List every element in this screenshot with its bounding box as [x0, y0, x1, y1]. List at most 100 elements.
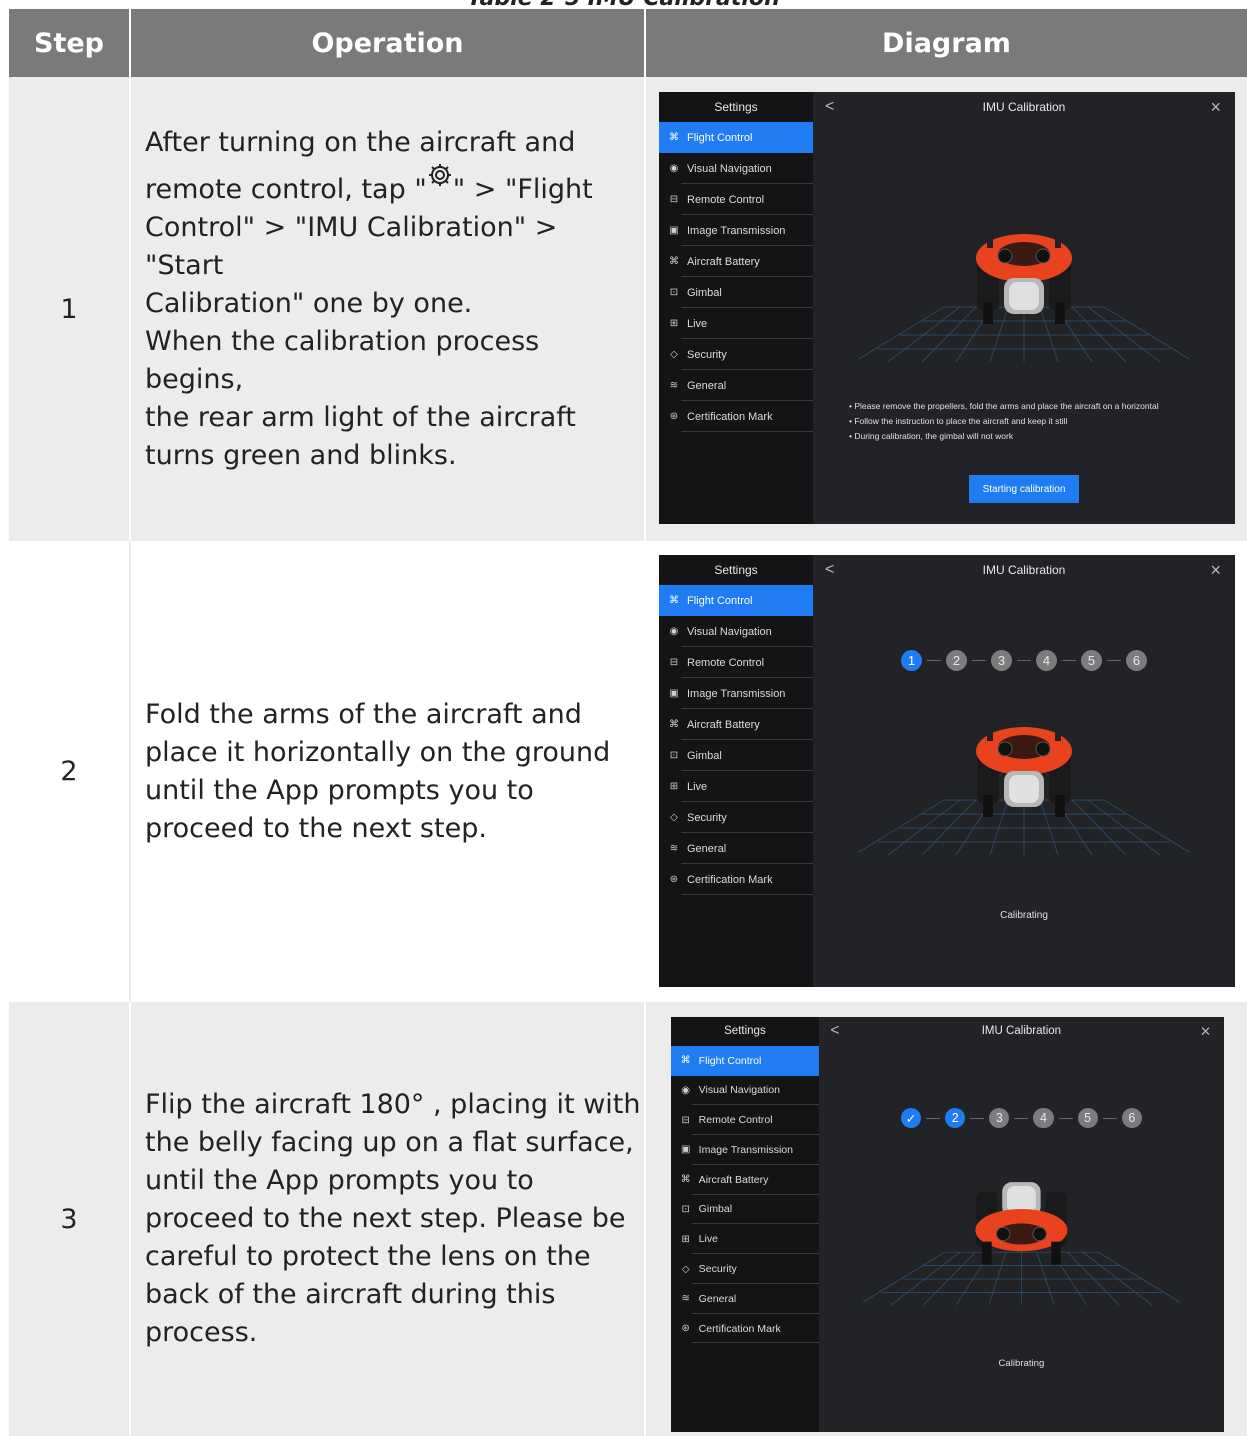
sidebar-item-certification-mark[interactable]: ⊛ Certification Mark: [671, 1314, 819, 1344]
battery-icon: ⌘: [669, 256, 679, 267]
certification-icon: ⊛: [669, 874, 679, 885]
sidebar-item-label: Live: [698, 1233, 719, 1246]
general-icon: ≋: [681, 1293, 690, 1305]
sidebar-item-label: Flight Control: [687, 131, 753, 144]
battery-icon: ⌘: [669, 719, 679, 730]
close-icon[interactable]: ×: [1210, 555, 1221, 585]
header-diagram: Diagram: [646, 9, 1247, 77]
step-indicator: 2: [946, 650, 967, 671]
sidebar-item-aircraft-battery[interactable]: ⌘ Aircraft Battery: [659, 246, 813, 277]
page-title: IMU Calibration: [982, 563, 1066, 577]
sidebar-item-aircraft-battery[interactable]: ⌘ Aircraft Battery: [659, 709, 813, 740]
live-icon: ⊞: [669, 318, 679, 329]
sidebar-item-label: Aircraft Battery: [698, 1173, 769, 1186]
image-transmission-icon: ▣: [680, 1144, 691, 1156]
sidebar-item-flight-control[interactable]: ⌘ Flight Control: [659, 122, 813, 153]
sidebar-item-image-transmission[interactable]: ▣ Image Transmission: [671, 1135, 819, 1165]
drone-icon: ⌘: [680, 1055, 691, 1067]
app-screenshot-1: Settings ⌘ Flight Control ◉ Visual Navigatio…: [659, 92, 1235, 524]
sidebar-item-flight-control[interactable]: ⌘ Flight Control: [659, 585, 813, 616]
sidebar-item-general[interactable]: ≋ General: [659, 370, 813, 401]
sidebar-item-label: General: [698, 1292, 737, 1305]
sidebar-item-flight-control[interactable]: ⌘ Flight Control: [671, 1045, 819, 1076]
sidebar-item-general[interactable]: ≋ General: [659, 833, 813, 864]
step-indicator: 3: [991, 650, 1012, 671]
calibration-steps: 1 2 3 4 5 6: [901, 650, 1147, 671]
back-chevron-icon[interactable]: <: [825, 92, 834, 122]
sidebar-item-visual-navigation[interactable]: ◉ Visual Navigation: [671, 1076, 819, 1106]
operation-text: Fold the arms of the aircraft and place …: [145, 698, 611, 844]
sidebar-item-live[interactable]: ⊞ Live: [659, 308, 813, 339]
sidebar-item-image-transmission[interactable]: ▣ Image Transmission: [659, 678, 813, 709]
sidebar-item-label: Gimbal: [687, 286, 722, 299]
sidebar-item-general[interactable]: ≋ General: [671, 1284, 819, 1314]
shield-icon: ◇: [681, 1263, 690, 1275]
certification-icon: ⊛: [669, 411, 679, 422]
close-icon[interactable]: ×: [1210, 92, 1221, 122]
sidebar-item-live[interactable]: ⊞ Live: [659, 771, 813, 802]
aircraft-illustration: [859, 232, 1189, 362]
sidebar-item-security[interactable]: ◇ Security: [659, 802, 813, 833]
eye-icon: ◉: [681, 1084, 691, 1096]
close-icon[interactable]: ×: [1200, 1017, 1210, 1046]
eye-icon: ◉: [669, 626, 679, 637]
settings-title: Settings: [714, 563, 758, 577]
back-chevron-icon[interactable]: <: [825, 555, 834, 585]
app-screenshot-3: Settings ⌘ Flight Control ◉ Visual Navigatio…: [671, 1017, 1224, 1432]
sidebar-item-label: Certification Mark: [687, 873, 773, 886]
shield-icon: ◇: [670, 812, 678, 823]
drone-icon: ⌘: [669, 132, 679, 143]
sidebar-item-visual-navigation[interactable]: ◉ Visual Navigation: [659, 153, 813, 184]
sidebar-item-aircraft-battery[interactable]: ⌘ Aircraft Battery: [671, 1165, 819, 1195]
battery-icon: ⌘: [680, 1174, 691, 1186]
instruction-note: • During calibration, the gimbal will no…: [849, 431, 1014, 441]
eye-icon: ◉: [669, 163, 679, 174]
shield-icon: ◇: [670, 349, 678, 360]
sidebar-item-remote-control[interactable]: ⊟ Remote Control: [671, 1105, 819, 1135]
operation-text: After turning on the aircraft and remote…: [145, 126, 593, 471]
sidebar-item-label: Remote Control: [698, 1114, 773, 1127]
sidebar-item-label: Gimbal: [698, 1203, 733, 1216]
sidebar-item-label: General: [687, 379, 727, 392]
step-number: 2: [60, 756, 78, 787]
step-indicator: 2: [945, 1108, 966, 1129]
sidebar-item-label: Visual Navigation: [687, 625, 772, 638]
sidebar-item-label: Visual Navigation: [698, 1084, 780, 1097]
sidebar-item-label: Remote Control: [687, 193, 765, 206]
sidebar-item-gimbal[interactable]: ⊡ Gimbal: [659, 740, 813, 771]
general-icon: ≋: [669, 380, 679, 391]
sidebar-item-security[interactable]: ◇ Security: [671, 1254, 819, 1284]
live-icon: ⊞: [669, 781, 679, 792]
remote-icon: ⊟: [669, 194, 679, 205]
start-calibration-button[interactable]: Starting calibration: [969, 475, 1079, 503]
sidebar-item-visual-navigation[interactable]: ◉ Visual Navigation: [659, 616, 813, 647]
sidebar-item-label: Live: [687, 317, 708, 330]
remote-icon: ⊟: [669, 657, 679, 668]
remote-icon: ⊟: [681, 1114, 690, 1126]
sidebar-item-label: Security: [687, 348, 727, 361]
sidebar-item-label: Certification Mark: [687, 410, 773, 423]
operation-text: Flip the aircraft 180° , placing it with…: [145, 1089, 641, 1348]
settings-sidebar: Settings ⌘ Flight Control ◉ Visual Navigatio…: [659, 92, 813, 524]
aircraft-illustration: [859, 725, 1189, 855]
sidebar-item-gimbal[interactable]: ⊡ Gimbal: [671, 1195, 819, 1225]
sidebar-item-label: Image Transmission: [687, 224, 786, 237]
back-chevron-icon[interactable]: <: [830, 1017, 839, 1046]
step-indicator: 4: [1033, 1108, 1054, 1129]
page-title: IMU Calibration: [981, 1025, 1062, 1037]
page-title: IMU Calibration: [982, 100, 1066, 114]
sidebar-item-remote-control[interactable]: ⊟ Remote Control: [659, 184, 813, 215]
sidebar-item-remote-control[interactable]: ⊟ Remote Control: [659, 647, 813, 678]
sidebar-item-certification-mark[interactable]: ⊛ Certification Mark: [659, 864, 813, 895]
step-indicator: 6: [1121, 1108, 1142, 1129]
step-indicator: 1: [901, 650, 922, 671]
sidebar-item-security[interactable]: ◇ Security: [659, 339, 813, 370]
sidebar-item-image-transmission[interactable]: ▣ Image Transmission: [659, 215, 813, 246]
certification-icon: ⊛: [681, 1323, 690, 1335]
sidebar-item-live[interactable]: ⊞ Live: [671, 1224, 819, 1254]
gimbal-icon: ⊡: [669, 287, 679, 298]
step-indicator: 4: [1036, 650, 1057, 671]
sidebar-item-gimbal[interactable]: ⊡ Gimbal: [659, 277, 813, 308]
sidebar-item-certification-mark[interactable]: ⊛ Certification Mark: [659, 401, 813, 432]
app-screenshot-2: Settings ⌘ Flight Control ◉ Visual Navigatio…: [659, 555, 1235, 987]
